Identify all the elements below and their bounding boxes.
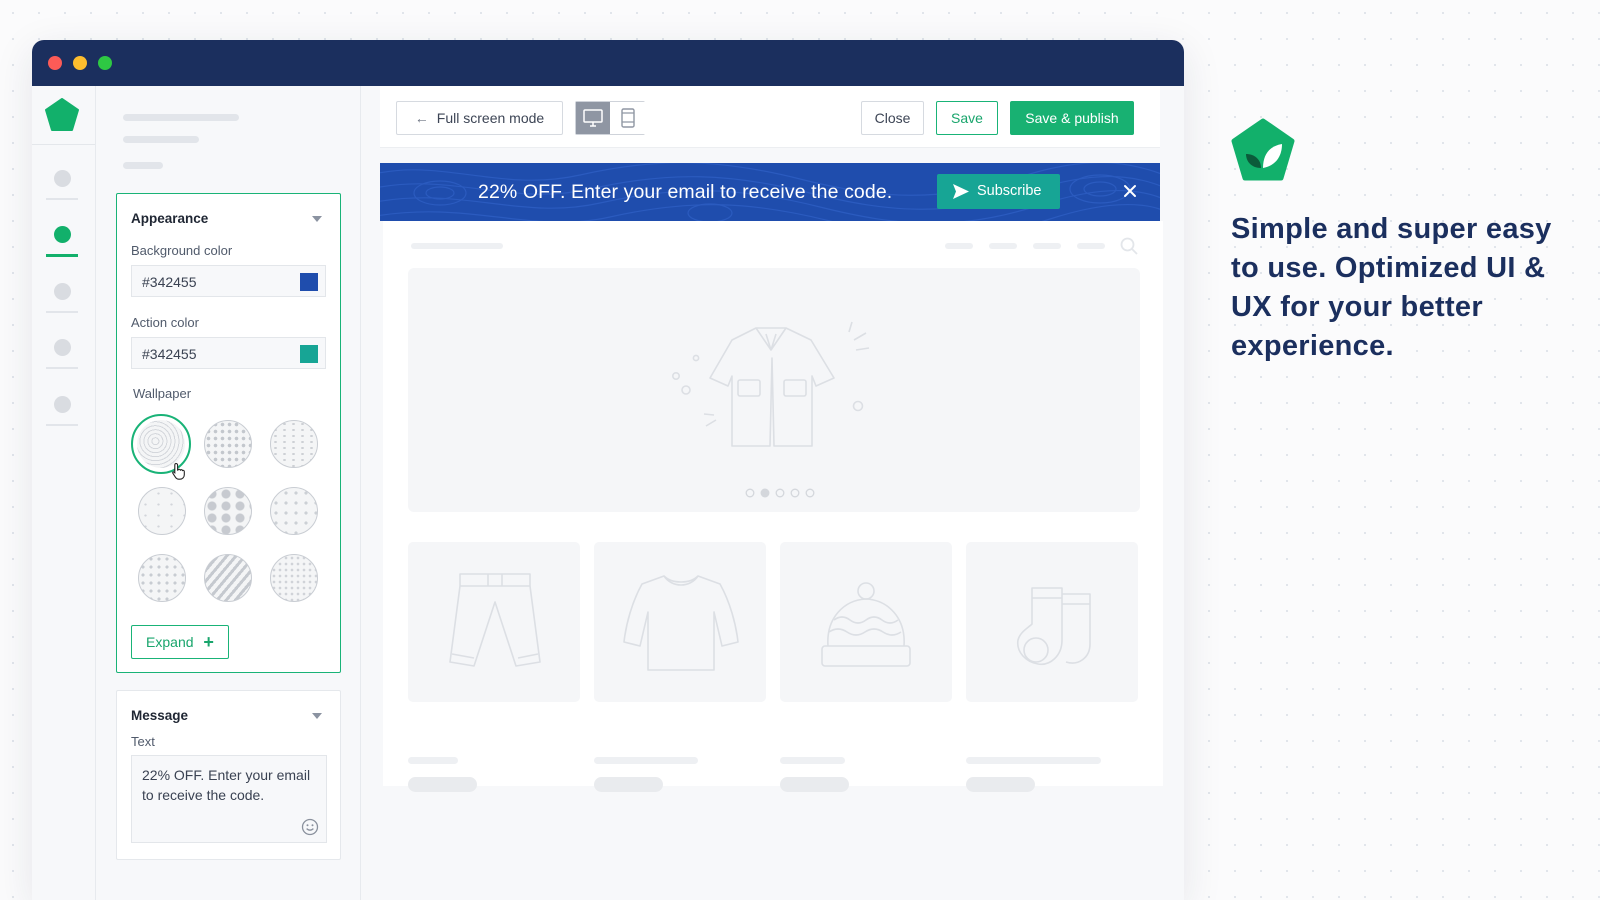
product-card[interactable]: [594, 542, 766, 702]
message-text-value: 22% OFF. Enter your email to receive the…: [142, 767, 311, 803]
rail-item-5[interactable]: [46, 396, 78, 432]
placeholder-line: [123, 136, 199, 143]
settings-panel: Appearance Background color #342455 Acti…: [96, 86, 361, 900]
pants-icon: [449, 573, 541, 667]
wallpaper-grid: [131, 414, 326, 609]
wallpaper-option-space[interactable]: [270, 420, 318, 468]
price-placeholder: [780, 777, 849, 792]
appearance-card: Appearance Background color #342455 Acti…: [116, 193, 341, 673]
wallpaper-label: Wallpaper: [133, 386, 192, 401]
app-logo-icon[interactable]: [44, 98, 80, 132]
socks-icon: [1016, 587, 1091, 665]
nav-placeholder: [945, 243, 973, 249]
phone-icon: [621, 108, 635, 128]
save-button[interactable]: Save: [936, 101, 998, 135]
product-card[interactable]: [966, 542, 1138, 702]
device-toggle: [575, 101, 645, 135]
title-bar: [32, 40, 1184, 86]
wallpaper-option-doodle[interactable]: [204, 420, 252, 468]
wallpaper-option-leaves[interactable]: [270, 487, 318, 535]
action-color-value: #342455: [142, 346, 197, 362]
send-icon: [953, 184, 969, 199]
expand-button[interactable]: Expand +: [131, 625, 229, 659]
banner-message: 22% OFF. Enter your email to receive the…: [478, 181, 893, 203]
placeholder-line: [123, 162, 163, 169]
close-button[interactable]: Close: [861, 101, 924, 135]
sweater-icon: [623, 575, 739, 671]
save-publish-button[interactable]: Save & publish: [1010, 101, 1134, 135]
beanie-icon: [821, 582, 911, 667]
website-preview: [383, 221, 1163, 792]
price-placeholder: [594, 777, 663, 792]
price-placeholder: [966, 777, 1035, 792]
placeholder-line: [594, 757, 698, 764]
full-screen-label: Full screen mode: [436, 110, 545, 126]
nav-placeholder: [1077, 243, 1105, 249]
price-placeholder: [408, 777, 477, 792]
placeholder-line: [123, 114, 239, 121]
chevron-down-icon[interactable]: [312, 713, 322, 719]
announcement-banner: 22% OFF. Enter your email to receive the…: [380, 163, 1160, 221]
placeholder-line: [966, 757, 1101, 764]
minimize-window-button[interactable]: [73, 56, 87, 70]
message-card: Message Text 22% OFF. Enter your email t…: [116, 690, 341, 860]
message-textarea[interactable]: 22% OFF. Enter your email to receive the…: [131, 755, 327, 843]
rail-item-3[interactable]: [46, 283, 78, 319]
placeholder-line: [411, 243, 503, 249]
wallpaper-option-stripes[interactable]: [204, 554, 252, 602]
text-label: Text: [131, 734, 155, 749]
desktop-view-button[interactable]: [576, 102, 610, 134]
chevron-down-icon[interactable]: [312, 216, 322, 222]
monitor-icon: [583, 109, 603, 127]
wallpaper-option-sparse[interactable]: [138, 487, 186, 535]
rail-divider: [32, 144, 95, 145]
product-card[interactable]: [780, 542, 952, 702]
icon-sidebar: [32, 86, 96, 900]
jacket-icon: [672, 321, 870, 447]
background-color-label: Background color: [131, 243, 233, 258]
close-icon[interactable]: [1120, 181, 1140, 201]
wallpaper-option-sketch[interactable]: [138, 554, 186, 602]
rail-item-4[interactable]: [46, 339, 78, 375]
nav-placeholder: [989, 243, 1017, 249]
hero-placeholder: [408, 268, 1140, 512]
close-window-button[interactable]: [48, 56, 62, 70]
rail-item-2-active[interactable]: [46, 226, 78, 262]
promo-headline: Simple and super easy to use. Optimized …: [1231, 213, 1552, 362]
background-color-value: #342455: [142, 274, 197, 290]
action-color-label: Action color: [131, 315, 199, 330]
wallpaper-option-letters[interactable]: [270, 554, 318, 602]
background-color-swatch[interactable]: [300, 273, 318, 291]
search-icon[interactable]: [1120, 237, 1138, 255]
appearance-title: Appearance: [131, 211, 209, 226]
emoji-icon[interactable]: [301, 818, 319, 836]
placeholder-line: [780, 757, 845, 764]
expand-button-label: Expand: [146, 634, 194, 650]
carousel-dots[interactable]: [744, 487, 818, 499]
app-window: Appearance Background color #342455 Acti…: [32, 40, 1184, 900]
arrow-left-icon: ←: [414, 110, 429, 126]
placeholder-line: [408, 757, 458, 764]
plus-icon: +: [203, 632, 214, 652]
background-color-field[interactable]: #342455: [131, 265, 326, 297]
action-color-swatch[interactable]: [300, 345, 318, 363]
subscribe-button[interactable]: Subscribe: [937, 174, 1060, 209]
nav-placeholder: [1033, 243, 1061, 249]
full-screen-button[interactable]: ← Full screen mode: [396, 101, 563, 135]
action-color-field[interactable]: #342455: [131, 337, 326, 369]
brand-leaf-logo-icon: [1231, 118, 1295, 181]
maximize-window-button[interactable]: [98, 56, 112, 70]
wallpaper-option-spots[interactable]: [204, 487, 252, 535]
subscribe-label: Subscribe: [977, 183, 1042, 199]
mobile-view-button[interactable]: [611, 102, 645, 134]
message-title: Message: [131, 708, 189, 723]
product-card[interactable]: [408, 542, 580, 702]
rail-item-1[interactable]: [46, 170, 78, 206]
hand-cursor-icon: [172, 462, 185, 480]
